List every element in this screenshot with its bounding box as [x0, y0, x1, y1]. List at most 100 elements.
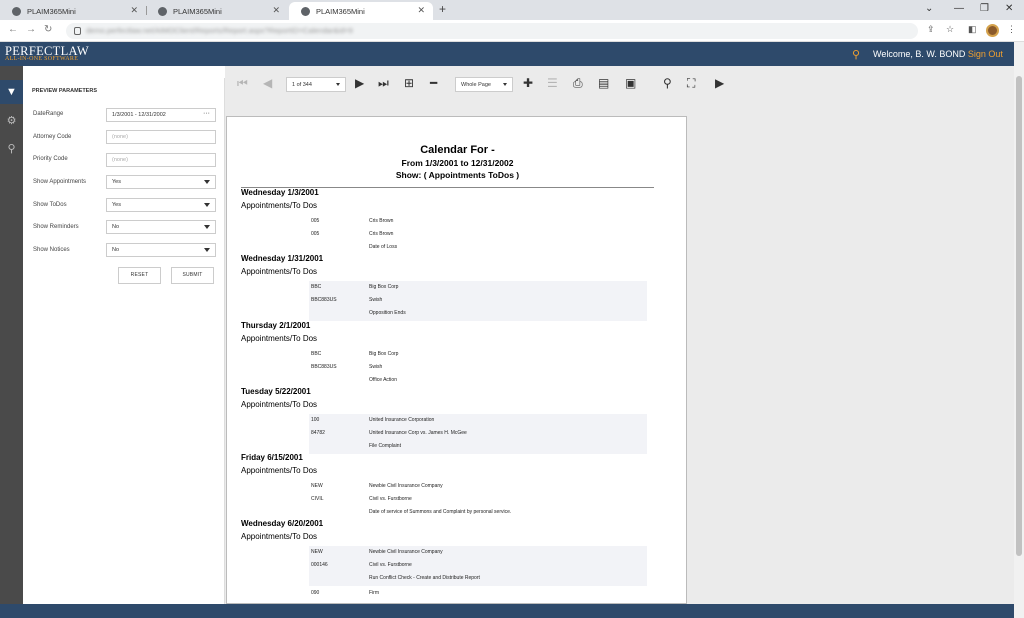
- globe-icon: [12, 6, 21, 16]
- caret-down-icon: [204, 225, 210, 229]
- param-label: Show ToDos: [33, 202, 67, 208]
- day-heading: Friday 6/15/2001: [241, 453, 303, 462]
- url-input[interactable]: demo.perfectlaw.net/AIMOClient/Reports/R…: [66, 23, 918, 39]
- caret-down-icon: [204, 248, 210, 252]
- star-icon[interactable]: ☆: [946, 24, 954, 35]
- section-heading: Appointments/To Dos: [241, 201, 318, 210]
- table-cell: File Complaint: [369, 443, 401, 449]
- table-cell: 090: [311, 590, 320, 596]
- sidepanel-icon[interactable]: ◧: [968, 24, 977, 35]
- next-page-icon[interactable]: ▶: [355, 77, 364, 89]
- welcome-text: Welcome, B. W. BOND Sign Out: [873, 49, 1003, 59]
- page-indicator: 1 of 344: [292, 82, 312, 88]
- forward-icon[interactable]: →: [26, 24, 36, 35]
- table-cell: United Insurance Corp vs. James H. McGee: [369, 430, 467, 436]
- field-placeholder: (none): [112, 157, 128, 163]
- table-cell: BBC883US: [311, 364, 337, 370]
- zoom-in-icon[interactable]: ✚: [523, 77, 533, 89]
- zoom-out-icon[interactable]: ━: [430, 77, 437, 89]
- page-scrollbar[interactable]: [1014, 42, 1024, 618]
- table-cell: Date of service of Summons and Complaint…: [369, 509, 512, 515]
- play-icon[interactable]: ▶: [715, 77, 724, 89]
- day-heading: Wednesday 1/31/2001: [241, 254, 324, 263]
- table-cell: Firm: [369, 590, 379, 596]
- export-icon[interactable]: ▣: [625, 77, 636, 89]
- param-label: Attorney Code: [33, 134, 72, 140]
- chevron-down-icon[interactable]: ⌄: [925, 3, 933, 14]
- submit-button[interactable]: SUBMIT: [171, 267, 214, 284]
- gear-icon[interactable]: ⚙: [0, 108, 23, 132]
- day-heading: Tuesday 5/22/2001: [241, 387, 311, 396]
- share-icon[interactable]: ⇪: [927, 24, 935, 35]
- left-rail: ▼ ⚙ ⚲: [0, 66, 23, 604]
- zoom-value: Whole Page: [461, 82, 491, 88]
- table-cell: 000146: [311, 562, 328, 568]
- restore-icon[interactable]: ❐: [980, 3, 989, 14]
- section-heading: Appointments/To Dos: [241, 466, 318, 475]
- close-icon[interactable]: ✕: [272, 5, 280, 16]
- show-todos-select[interactable]: Yes: [106, 198, 216, 212]
- highlight-editing-icon[interactable]: ☰: [547, 77, 558, 89]
- reload-icon[interactable]: ↻: [44, 24, 52, 35]
- url-text: demo.perfectlaw.net/AIMOClient/Reports/R…: [86, 26, 353, 35]
- table-cell: 005: [311, 218, 320, 224]
- browser-tab[interactable]: PLAIM365Mini ✕: [0, 2, 146, 20]
- print-page-icon[interactable]: ▤: [598, 77, 609, 89]
- page-select[interactable]: 1 of 344: [286, 77, 346, 92]
- minimize-icon[interactable]: —: [954, 3, 964, 14]
- sign-out-link[interactable]: Sign Out: [968, 49, 1003, 59]
- param-label: Show Reminders: [33, 224, 79, 230]
- param-label: Show Notices: [33, 247, 70, 253]
- priority-code-input[interactable]: (none): [106, 153, 216, 167]
- table-cell: Newbie Civil Insurance Company: [369, 483, 443, 489]
- table-cell: Civil vs. Furstborne: [369, 562, 412, 568]
- browser-tabstrip: PLAIM365Mini ✕ PLAIM365Mini ✕ PLAIM365Mi…: [0, 0, 1024, 20]
- date-range-input[interactable]: 1/3/2001 - 12/31/2002 ···: [106, 108, 216, 122]
- scrollbar-thumb[interactable]: [1016, 76, 1022, 556]
- show-appointments-select[interactable]: Yes: [106, 175, 216, 189]
- back-icon[interactable]: ←: [8, 24, 18, 35]
- close-icon[interactable]: ✕: [417, 5, 425, 16]
- field-value: No: [112, 247, 120, 253]
- welcome-user: Welcome, B. W. BOND: [873, 49, 966, 59]
- bottom-bar: [0, 604, 1014, 618]
- first-page-icon[interactable]: ⏮: [237, 77, 248, 89]
- table-cell: BBC883US: [311, 297, 337, 303]
- table-cell: Run Conflict Check - Create and Distribu…: [369, 575, 480, 581]
- new-tab-icon[interactable]: +: [439, 2, 446, 16]
- report-page: Calendar For - From 1/3/2001 to 12/31/20…: [226, 116, 687, 604]
- table-cell: United Insurance Corporation: [369, 417, 435, 423]
- field-value: Yes: [112, 202, 121, 208]
- tab-title: PLAIM365Mini: [316, 6, 365, 16]
- browser-tab-active[interactable]: PLAIM365Mini ✕: [289, 2, 433, 20]
- section-heading: Appointments/To Dos: [241, 334, 318, 343]
- row-band: [309, 281, 647, 321]
- prev-page-icon[interactable]: ◀: [263, 77, 272, 89]
- last-page-icon[interactable]: ⏭: [378, 77, 389, 89]
- search-icon[interactable]: ⚲: [852, 48, 860, 61]
- window-close-icon[interactable]: ✕: [1005, 3, 1013, 14]
- close-icon[interactable]: ✕: [130, 5, 138, 16]
- caret-down-icon: [336, 83, 340, 86]
- kebab-menu-icon[interactable]: ⋮: [1007, 24, 1016, 35]
- reset-button[interactable]: RESET: [118, 267, 161, 284]
- show-reminders-select[interactable]: No: [106, 220, 216, 234]
- browser-tab[interactable]: PLAIM365Mini ✕: [146, 2, 288, 20]
- filter-icon[interactable]: ▼: [0, 80, 23, 104]
- parameters-panel: PREVIEW PARAMETERS DateRange 1/3/2001 - …: [23, 78, 225, 604]
- profile-avatar[interactable]: [986, 24, 999, 37]
- table-cell: Big Box Corp: [369, 284, 399, 290]
- ellipsis-icon[interactable]: ···: [203, 110, 210, 117]
- caret-down-icon: [204, 203, 210, 207]
- fullscreen-icon[interactable]: ⛶: [687, 77, 695, 89]
- zoom-select[interactable]: Whole Page: [455, 77, 513, 92]
- app-header: PERFECTLAW ALL-IN-ONE SOFTWARE ⚲ Welcome…: [0, 42, 1014, 66]
- search-icon[interactable]: ⚲: [663, 77, 672, 89]
- show-notices-select[interactable]: No: [106, 243, 216, 257]
- search-icon[interactable]: ⚲: [0, 136, 23, 160]
- multipage-icon[interactable]: ⊞: [404, 77, 414, 89]
- report-show: Show: ( Appointments ToDos ): [395, 170, 520, 180]
- attorney-code-input[interactable]: (none): [106, 130, 216, 144]
- field-value: Yes: [112, 179, 121, 185]
- print-icon[interactable]: ⎙: [573, 77, 583, 89]
